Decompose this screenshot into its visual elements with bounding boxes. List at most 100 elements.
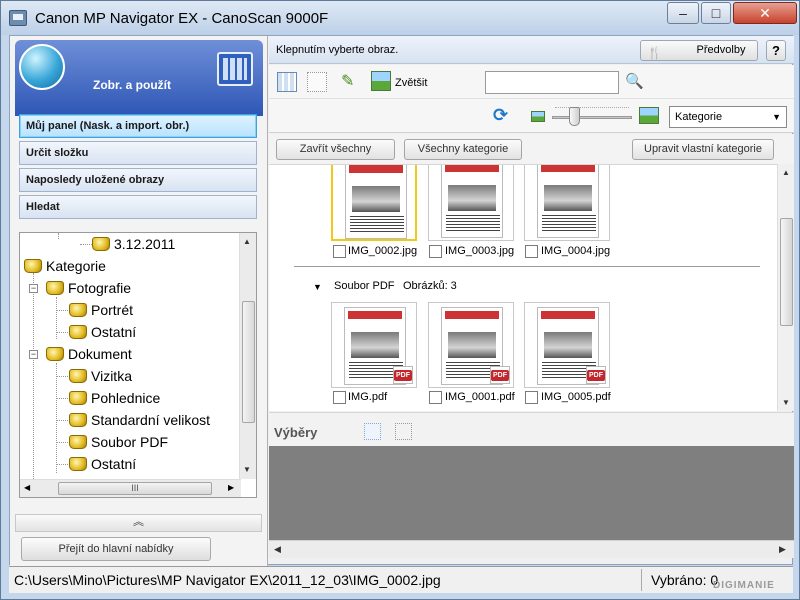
- main-menu-button[interactable]: Přejít do hlavní nabídky: [21, 537, 211, 561]
- selections-label: Výběry: [274, 425, 318, 440]
- edit-categories-button[interactable]: Upravit vlastní kategorie: [632, 139, 774, 160]
- filename-img-0004: IMG_0004.jpg: [541, 245, 611, 257]
- tree-node-vizitka[interactable]: Vizitka: [69, 366, 132, 386]
- watermark-logo: DIGIMANIE: [713, 580, 775, 591]
- close-button[interactable]: ✕: [733, 2, 797, 24]
- group-collapse-icon[interactable]: ▼: [313, 282, 322, 292]
- nav-my-panel[interactable]: Můj panel (Nask. a import. obr.): [19, 114, 257, 138]
- mode-title: Zobr. a použít: [93, 78, 171, 92]
- thumbnail-img-0003[interactable]: [428, 165, 514, 241]
- maximize-button[interactable]: □: [701, 2, 731, 24]
- status-selected-count: Vybráno: 0: [651, 572, 719, 588]
- gallery-vertical-scrollbar[interactable]: ▲ ▼: [777, 164, 794, 411]
- enlarge-image-icon[interactable]: [371, 71, 391, 91]
- gallery-scroll-thumb[interactable]: [780, 218, 793, 326]
- close-all-button[interactable]: Zavřít všechny: [276, 139, 395, 160]
- help-button[interactable]: ?: [766, 40, 786, 61]
- monitor-icon: [217, 52, 253, 86]
- checkbox-img-pdf[interactable]: [333, 391, 346, 404]
- scroll-up-icon[interactable]: ▲: [782, 168, 790, 177]
- collapse-dokument[interactable]: −: [29, 350, 38, 359]
- all-categories-button[interactable]: Všechny kategorie: [404, 139, 522, 160]
- deselect-all-icon[interactable]: [307, 72, 327, 92]
- thumbnail-img-0005-pdf[interactable]: PDF: [524, 302, 610, 388]
- thumbnail-img-0001-pdf[interactable]: PDF: [428, 302, 514, 388]
- thumbnail-gallery[interactable]: IMG_0002.jpg IMG_0003.jpg IMG_0004.jpg ▼…: [269, 164, 777, 411]
- category-buttons-row: Zavřít všechny Všechny kategorie Upravit…: [269, 134, 794, 164]
- status-bar: C:\Users\Mino\Pictures\MP Navigator EX\2…: [9, 566, 793, 593]
- checkbox-img-0001-pdf[interactable]: [429, 391, 442, 404]
- scroll-left-icon[interactable]: ◀: [274, 544, 281, 555]
- scroll-left-icon[interactable]: ◀: [24, 483, 30, 492]
- correct-image-icon[interactable]: ✎: [341, 71, 361, 91]
- tree-node-pohlednice[interactable]: Pohlednice: [69, 388, 160, 408]
- image-preview: [345, 165, 407, 239]
- tree-horizontal-scrollbar[interactable]: ◀ III ▶: [20, 479, 241, 497]
- checkbox-img-0002[interactable]: [333, 245, 346, 258]
- thumbnail-img-0002[interactable]: [331, 165, 417, 241]
- tree-node-date[interactable]: 3.12.2011: [92, 234, 175, 254]
- chevron-down-icon: ▼: [772, 112, 781, 122]
- checkbox-img-0003[interactable]: [429, 245, 442, 258]
- collapse-panel-button[interactable]: ︽: [15, 514, 262, 532]
- checkbox-img-0004[interactable]: [525, 245, 538, 258]
- pdf-icon: PDF: [490, 366, 510, 384]
- select-all-icon[interactable]: [277, 72, 297, 92]
- folder-icon: [69, 369, 87, 383]
- search-icon[interactable]: 🔍: [625, 72, 644, 90]
- scroll-up-icon[interactable]: ▲: [243, 237, 251, 246]
- folder-icon: [69, 435, 87, 449]
- image-preview: [441, 165, 503, 238]
- nav-recently-saved[interactable]: Naposledy uložené obrazy: [19, 168, 257, 192]
- toolbar-top: ✎ Zvětšit 🔍: [269, 65, 794, 99]
- large-thumbnail-icon[interactable]: [639, 107, 659, 124]
- tree-scroll-thumb[interactable]: [242, 301, 255, 423]
- selection-horizontal-scrollbar[interactable]: ◀ ▶: [269, 540, 794, 558]
- tree-node-kategorie[interactable]: Kategorie: [24, 256, 106, 276]
- scan-orb-icon[interactable]: [19, 44, 65, 90]
- toolbar-view: ⟳ Kategorie ▼: [269, 99, 794, 133]
- tree-node-fotografie[interactable]: Fotografie: [46, 278, 131, 298]
- filename-img-0005-pdf: IMG_0005.pdf: [541, 391, 611, 403]
- folder-icon: [69, 303, 87, 317]
- folder-icon: [69, 457, 87, 471]
- selections-bar: Výběry: [269, 412, 794, 446]
- nav-specify-folder[interactable]: Určit složku: [19, 141, 257, 165]
- collapse-fotografie[interactable]: −: [29, 284, 38, 293]
- view-mode-select[interactable]: Kategorie ▼: [669, 106, 787, 128]
- pdf-icon: PDF: [393, 366, 413, 384]
- refresh-icon[interactable]: ⟳: [493, 105, 508, 126]
- tree-hscroll-thumb[interactable]: III: [58, 482, 212, 495]
- scroll-right-icon[interactable]: ▶: [779, 544, 786, 555]
- nav-search[interactable]: Hledat: [19, 195, 257, 219]
- selected-images-area[interactable]: [269, 446, 794, 540]
- instruction-text: Klepnutím vyberte obraz.: [276, 44, 399, 56]
- scroll-down-icon[interactable]: ▼: [243, 465, 251, 474]
- tree-node-portret[interactable]: Portrét: [69, 300, 133, 320]
- tree-node-standardni[interactable]: Standardní velikost: [69, 410, 210, 430]
- thumbnail-size-slider[interactable]: [552, 116, 632, 119]
- enlarge-label[interactable]: Zvětšit: [395, 77, 427, 89]
- scroll-down-icon[interactable]: ▼: [782, 398, 790, 407]
- filename-img-0003: IMG_0003.jpg: [445, 245, 515, 257]
- mode-header: Zobr. a použít: [15, 40, 263, 116]
- tree-vertical-scrollbar[interactable]: ▲ ▼: [239, 233, 256, 479]
- tree-node-ostatni-foto[interactable]: Ostatní: [69, 322, 136, 342]
- tree-node-dokument[interactable]: Dokument: [46, 344, 132, 364]
- filename-img-0002: IMG_0002.jpg: [348, 245, 418, 257]
- clear-selections-icon[interactable]: [395, 423, 412, 440]
- checkbox-img-0005-pdf[interactable]: [525, 391, 538, 404]
- category-tree[interactable]: 3.12.2011 Kategorie − Fotografie Portrét…: [19, 232, 257, 498]
- thumbnail-img-0004[interactable]: [524, 165, 610, 241]
- tree-node-soubor-pdf[interactable]: Soubor PDF: [69, 432, 168, 452]
- small-thumbnail-icon[interactable]: [531, 111, 545, 122]
- slider-handle[interactable]: [569, 107, 580, 126]
- search-input[interactable]: [485, 71, 619, 94]
- preferences-button[interactable]: 🍴 Předvolby: [640, 40, 758, 61]
- nav-buttons: Můj panel (Nask. a import. obr.) Určit s…: [19, 114, 257, 222]
- minimize-button[interactable]: –: [667, 2, 699, 24]
- select-all-selections-icon[interactable]: [364, 423, 381, 440]
- thumbnail-img-pdf[interactable]: PDF: [331, 302, 417, 388]
- tree-node-ostatni-dok[interactable]: Ostatní: [69, 454, 136, 474]
- scroll-right-icon[interactable]: ▶: [228, 483, 234, 492]
